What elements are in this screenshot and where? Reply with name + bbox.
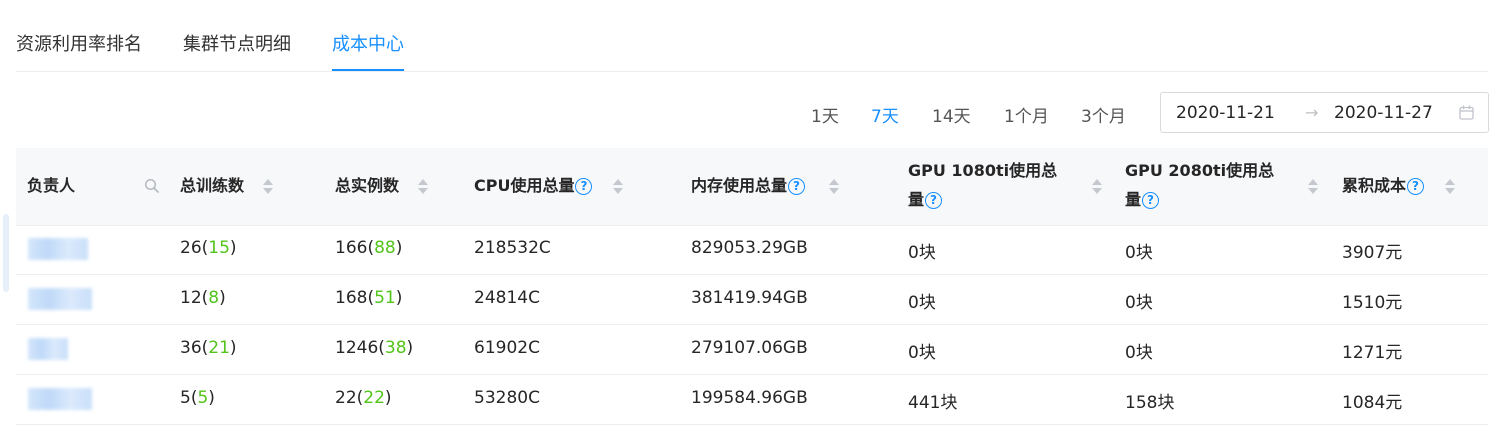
cell-trainings: 26(15)	[180, 238, 237, 258]
table-row[interactable]: 26(15) 166(88) 218532C 829053.29GB 0块 0块…	[16, 225, 1488, 275]
owner-name-redacted	[28, 238, 88, 260]
range-14-days[interactable]: 14天	[932, 102, 971, 127]
table-row[interactable]: 12(8) 168(51) 24814C 381419.94GB 0块 0块 1…	[16, 275, 1488, 325]
header-memory-label: 内存使用总量	[691, 176, 788, 195]
cell-instances: 1246(38)	[335, 338, 414, 358]
cell-cpu: 218532C	[474, 238, 551, 258]
header-owner: 负责人	[27, 176, 76, 195]
active-tab-indicator	[332, 69, 404, 71]
range-3-months[interactable]: 3个月	[1081, 102, 1126, 127]
cell-cpu: 24814C	[474, 288, 540, 308]
cell-trainings: 5(5)	[180, 388, 215, 408]
cell-gpu-1080ti: 0块	[908, 293, 936, 313]
cell-gpu-2080ti: 0块	[1125, 343, 1153, 363]
header-cpu: CPU使用总量?	[474, 171, 593, 200]
trainings-sub: 8	[208, 288, 220, 308]
sort-gpu-1080ti-icon[interactable]	[1092, 179, 1102, 195]
cell-gpu-1080ti: 0块	[908, 243, 936, 263]
table-row[interactable]: 5(5) 22(22) 53280C 199584.96GB 441块 158块…	[16, 375, 1488, 425]
instances-total: 168	[335, 288, 368, 308]
table-header: 负责人 总训练数 总实例数 CPU使用总量? 内存使用总量? GPU 1080t…	[16, 148, 1488, 226]
header-gpu-2080ti-line1: GPU 2080ti使用总	[1125, 161, 1275, 180]
trainings-sub: 5	[197, 388, 209, 408]
instances-total: 1246	[335, 338, 379, 358]
trainings-sub: 15	[208, 238, 230, 258]
cell-memory: 381419.94GB	[691, 288, 808, 308]
cell-gpu-1080ti: 441块	[908, 393, 958, 413]
help-cost-icon[interactable]: ?	[1407, 178, 1425, 195]
tab-bar: 资源利用率排名 集群节点明细 成本中心	[16, 0, 1488, 72]
tab-resource-ranking[interactable]: 资源利用率排名	[16, 30, 142, 56]
instances-total: 22	[335, 388, 357, 408]
owner-name-redacted	[28, 338, 68, 360]
cell-gpu-1080ti: 0块	[908, 343, 936, 363]
date-range-picker[interactable]: 2020-11-21 → 2020-11-27	[1160, 92, 1489, 133]
sort-trainings-icon[interactable]	[263, 179, 273, 195]
trainings-total: 5	[180, 388, 191, 408]
tab-cluster-nodes[interactable]: 集群节点明细	[183, 30, 291, 56]
cell-memory: 829053.29GB	[691, 238, 808, 258]
cell-trainings: 12(8)	[180, 288, 226, 308]
instances-total: 166	[335, 238, 368, 258]
sort-instances-icon[interactable]	[418, 179, 428, 195]
header-gpu-1080ti-line2: 量	[908, 190, 925, 209]
header-memory: 内存使用总量?	[691, 171, 806, 200]
trainings-total: 36	[180, 338, 202, 358]
start-date[interactable]: 2020-11-21	[1176, 103, 1275, 123]
header-gpu-1080ti: GPU 1080ti使用总量?	[908, 156, 1057, 214]
trainings-total: 26	[180, 238, 202, 258]
sort-memory-icon[interactable]	[829, 179, 839, 195]
cell-instances: 22(22)	[335, 388, 392, 408]
header-total-trainings: 总训练数	[180, 176, 245, 195]
header-cost-label: 累积成本	[1342, 176, 1407, 195]
sort-gpu-2080ti-icon[interactable]	[1308, 179, 1318, 195]
end-date[interactable]: 2020-11-27	[1334, 103, 1433, 123]
sort-cost-icon[interactable]	[1445, 179, 1455, 195]
instances-sub: 88	[374, 238, 396, 258]
row-selection-indicator	[3, 214, 9, 292]
header-cost: 累积成本?	[1342, 171, 1425, 200]
cell-gpu-2080ti: 158块	[1125, 393, 1175, 413]
search-icon[interactable]	[144, 178, 160, 194]
cell-instances: 168(51)	[335, 288, 403, 308]
instances-sub: 22	[363, 388, 385, 408]
header-cpu-label: CPU使用总量	[474, 176, 575, 195]
header-gpu-2080ti: GPU 2080ti使用总量?	[1125, 156, 1274, 214]
header-gpu-1080ti-line1: GPU 1080ti使用总	[908, 161, 1058, 180]
sort-cpu-icon[interactable]	[613, 179, 623, 195]
date-separator-arrow-icon: →	[1305, 103, 1319, 122]
cell-cost: 1084元	[1342, 393, 1403, 413]
owner-name-redacted	[28, 388, 92, 410]
header-gpu-2080ti-line2: 量	[1125, 190, 1142, 209]
instances-sub: 38	[384, 338, 407, 358]
range-7-days[interactable]: 7天	[871, 102, 899, 127]
trainings-total: 12	[180, 288, 202, 308]
cell-memory: 279107.06GB	[691, 338, 808, 358]
help-gpu-2080ti-icon[interactable]: ?	[1142, 192, 1160, 209]
cell-cost: 1271元	[1342, 343, 1403, 363]
owner-name-redacted	[28, 288, 92, 310]
cell-memory: 199584.96GB	[691, 388, 808, 408]
help-cpu-icon[interactable]: ?	[575, 178, 593, 195]
calendar-icon[interactable]	[1459, 105, 1474, 120]
cell-cpu: 61902C	[474, 338, 540, 358]
tab-cost-center[interactable]: 成本中心	[332, 30, 404, 56]
help-memory-icon[interactable]: ?	[788, 178, 806, 195]
range-1-day[interactable]: 1天	[811, 102, 839, 127]
trainings-sub: 21	[208, 338, 230, 358]
header-total-instances: 总实例数	[335, 176, 400, 195]
cell-cost: 3907元	[1342, 243, 1403, 263]
cell-gpu-2080ti: 0块	[1125, 293, 1153, 313]
cell-trainings: 36(21)	[180, 338, 237, 358]
cell-instances: 166(88)	[335, 238, 403, 258]
range-1-month[interactable]: 1个月	[1004, 102, 1049, 127]
cell-gpu-2080ti: 0块	[1125, 243, 1153, 263]
instances-sub: 51	[374, 288, 396, 308]
help-gpu-1080ti-icon[interactable]: ?	[925, 192, 943, 209]
cell-cpu: 53280C	[474, 388, 540, 408]
cell-cost: 1510元	[1342, 293, 1403, 313]
table-row[interactable]: 36(21) 1246(38) 61902C 279107.06GB 0块 0块…	[16, 325, 1488, 375]
